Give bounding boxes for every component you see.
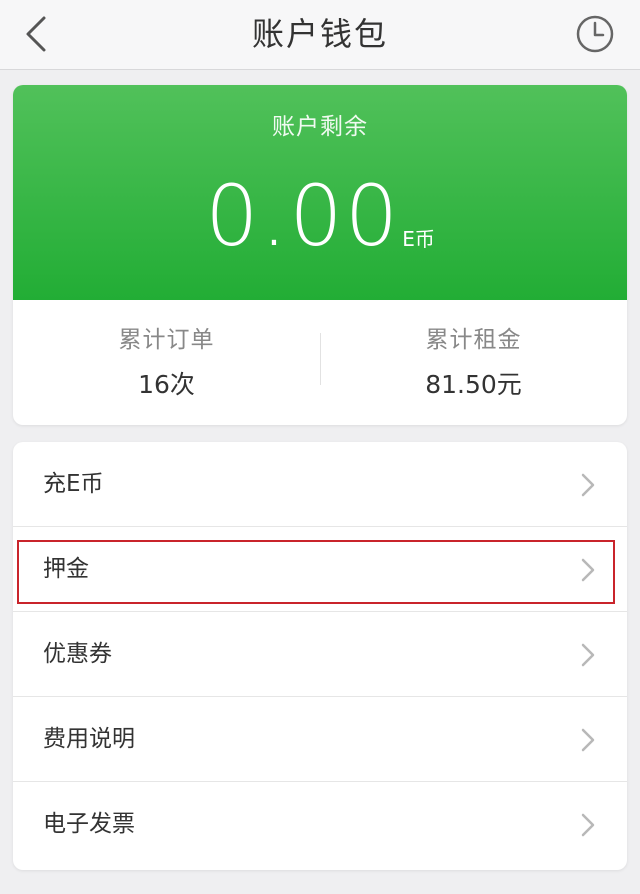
menu-item-deposit[interactable]: 押金 [13, 527, 627, 612]
wallet-menu: 充E币 押金 优惠券 费用说明 电子发票 [13, 442, 627, 870]
chevron-right-icon [581, 643, 595, 667]
stat-value: 81.50元 [425, 370, 522, 399]
menu-item-label: 优惠券 [43, 641, 112, 667]
menu-item-label: 费用说明 [43, 726, 135, 752]
chevron-right-icon [581, 473, 595, 497]
stat-label: 累计租金 [425, 327, 522, 353]
chevron-right-icon [581, 728, 595, 752]
menu-item-label: 电子发票 [43, 811, 135, 837]
menu-item-e-invoice[interactable]: 电子发票 [13, 782, 627, 867]
wallet-summary-card: 账户剩余 0.00 E币 累计订单 16次 累计租金 81.50元 [13, 85, 627, 425]
page-title: 账户钱包 [251, 15, 388, 53]
menu-item-coupons[interactable]: 优惠券 [13, 612, 627, 697]
balance-value: 0.00 [205, 167, 401, 265]
stat-total-rent: 累计租金 81.50元 [320, 325, 627, 401]
chevron-right-icon [581, 558, 595, 582]
balance-panel: 账户剩余 0.00 E币 [13, 85, 627, 300]
menu-item-label: 押金 [43, 556, 89, 582]
menu-item-label: 充E币 [43, 471, 104, 497]
balance-row: 0.00 E币 [13, 171, 627, 261]
balance-unit: E币 [402, 227, 435, 251]
menu-item-fee-info[interactable]: 费用说明 [13, 697, 627, 782]
chevron-right-icon [581, 813, 595, 837]
stat-value: 16次 [138, 370, 195, 399]
balance-label: 账户剩余 [272, 114, 368, 140]
clock-icon[interactable] [574, 13, 616, 55]
stat-label: 累计订单 [118, 327, 215, 353]
menu-item-recharge[interactable]: 充E币 [13, 442, 627, 527]
navigation-bar: 账户钱包 [0, 0, 640, 70]
stat-total-orders: 累计订单 16次 [13, 325, 320, 401]
